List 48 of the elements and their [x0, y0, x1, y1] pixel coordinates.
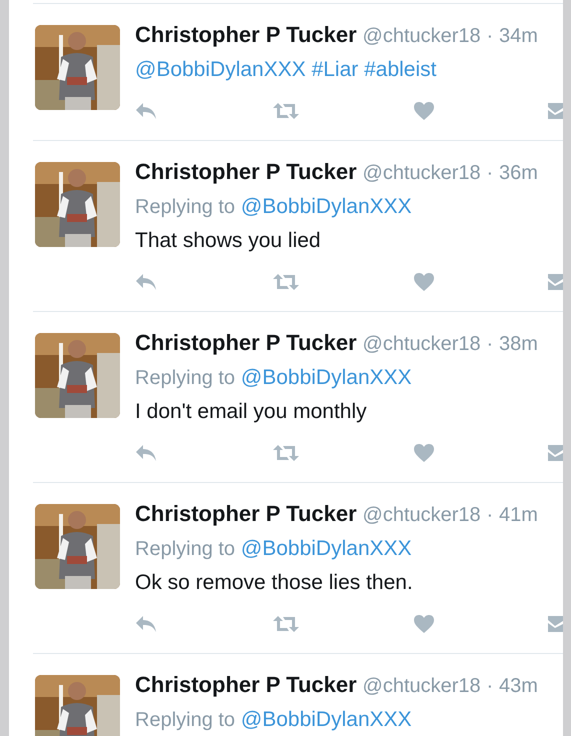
tweet-text[interactable]: @BobbiDylanXXX #Liar #ableist	[135, 58, 436, 81]
heart-icon[interactable]	[414, 615, 434, 633]
retweet-icon[interactable]	[273, 273, 299, 291]
reply-icon[interactable]	[135, 615, 157, 633]
retweet-icon[interactable]	[273, 444, 299, 462]
tweet-time[interactable]: 38m	[499, 333, 538, 355]
replying-label: Replying to	[135, 196, 236, 218]
heart-icon[interactable]	[414, 273, 434, 291]
user-name[interactable]: Christopher P Tucker	[135, 330, 357, 355]
retweet-icon[interactable]	[273, 102, 299, 120]
heart-icon[interactable]	[414, 444, 434, 462]
mention-link[interactable]: @BobbiDylanXXX	[240, 366, 412, 389]
tweet-time[interactable]: 43m	[499, 675, 538, 697]
mention-link[interactable]: @BobbiDylanXXX	[240, 708, 412, 731]
tweet-text: Ok so remove those lies then.	[135, 571, 413, 594]
envelope-icon[interactable]	[548, 615, 563, 633]
envelope-icon[interactable]	[548, 102, 563, 120]
envelope-icon[interactable]	[548, 444, 563, 462]
separator-dot: ·	[486, 25, 494, 47]
envelope-icon[interactable]	[548, 273, 563, 291]
reply-icon[interactable]	[135, 444, 157, 462]
tweet-time[interactable]: 41m	[499, 504, 538, 526]
mention-link[interactable]: @BobbiDylanXXX	[240, 195, 412, 218]
tweet-text: I don't email you monthly	[135, 400, 367, 423]
user-name[interactable]: Christopher P Tucker	[135, 672, 357, 697]
separator-dot: ·	[486, 333, 494, 355]
mention-link[interactable]: @BobbiDylanXXX	[240, 537, 412, 560]
reply-icon[interactable]	[135, 273, 157, 291]
replying-label: Replying to	[135, 709, 236, 731]
tweet-text: That shows you lied	[135, 229, 321, 252]
tweet-time[interactable]: 36m	[499, 162, 538, 184]
user-name[interactable]: Christopher P Tucker	[135, 501, 357, 526]
replying-label: Replying to	[135, 367, 236, 389]
user-handle[interactable]: @chtucker18	[362, 25, 481, 47]
user-handle[interactable]: @chtucker18	[362, 162, 481, 184]
user-handle[interactable]: @chtucker18	[362, 504, 481, 526]
user-handle[interactable]: @chtucker18	[362, 675, 481, 697]
user-handle[interactable]: @chtucker18	[362, 333, 481, 355]
reply-icon[interactable]	[135, 102, 157, 120]
user-name[interactable]: Christopher P Tucker	[135, 22, 357, 47]
replying-label: Replying to	[135, 538, 236, 560]
user-name[interactable]: Christopher P Tucker	[135, 159, 357, 184]
tweet-time[interactable]: 34m	[499, 25, 538, 47]
retweet-icon[interactable]	[273, 615, 299, 633]
separator-dot: ·	[486, 162, 494, 184]
separator-dot: ·	[486, 504, 494, 526]
heart-icon[interactable]	[414, 102, 434, 120]
separator-dot: ·	[486, 675, 494, 697]
